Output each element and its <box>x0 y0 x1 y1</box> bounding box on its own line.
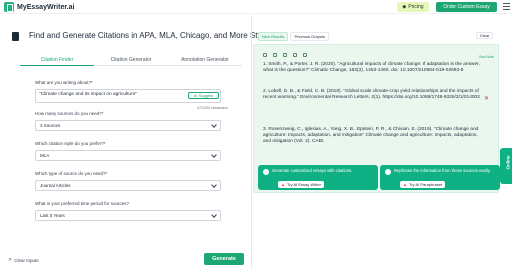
time-period-value: Last 5 Years <box>40 213 65 218</box>
logo-icon <box>4 2 14 12</box>
chevron-down-icon <box>211 151 217 158</box>
tab-new-results[interactable]: New Results <box>258 32 289 41</box>
share-icon[interactable] <box>303 53 307 57</box>
page-title: Find and Generate Citations in APA, MLA,… <box>29 31 272 40</box>
try-ai-essay-writer-button[interactable]: ▲ Try AI Essay Writer <box>278 181 324 188</box>
fire-icon: ▲ <box>403 182 407 187</box>
online-side-tab[interactable]: Online <box>500 148 512 184</box>
tag-icon: ◆ <box>402 4 407 10</box>
source-type-value: Journal Articles <box>40 183 71 188</box>
citation-style-value: MLA <box>40 153 50 158</box>
tab-citation-finder[interactable]: Citation Finder <box>20 55 94 66</box>
citation-item: 1. Smith, P., & Porter, J. R. (2020). "A… <box>263 62 480 74</box>
clear-inputs-label: Clear Inputs <box>14 257 39 263</box>
sort-note-link[interactable]: Sort Note <box>479 55 494 59</box>
character-count: 47/1200 characters <box>197 106 228 110</box>
clear-results-button[interactable]: Clear <box>476 32 493 39</box>
close-icon: ✕ <box>8 257 13 263</box>
sources-count-label: How many sources do you need?* <box>35 111 104 116</box>
promo-text: Rephrase the information from these sour… <box>394 168 491 173</box>
citation-style-select[interactable]: MLA <box>35 150 221 161</box>
tab-previous-outputs[interactable]: Previous Outputs <box>290 32 330 41</box>
source-type-select[interactable]: Journal Articles <box>35 180 221 191</box>
paraphraser-promo: Rephrase the information from these sour… <box>380 165 500 190</box>
copy-icon[interactable] <box>263 53 267 57</box>
fire-icon: ▲ <box>281 182 285 187</box>
redo-icon[interactable] <box>283 53 287 57</box>
promo-text: Generate customized essays with citation… <box>272 168 353 173</box>
top-bar: MyEssayWriter.ai ◆ Pricing Order Custom … <box>0 0 512 14</box>
citation-item: 2. Lobell, D. B., & Field, C. B. (2018).… <box>263 89 480 101</box>
chevron-down-icon <box>211 211 217 218</box>
side-tab-label: Online <box>505 155 511 170</box>
try-ai-paraphraser-button[interactable]: ▲ Try AI Paraphraser <box>400 181 446 188</box>
ai-suggest-button[interactable]: AI Suggest <box>188 92 219 99</box>
sparkle-icon <box>263 169 269 175</box>
sparkle-icon <box>385 169 391 175</box>
tool-tabs: Citation Finder Citation Generator Annot… <box>20 55 242 66</box>
results-toolbar <box>263 53 307 57</box>
order-custom-essay-button[interactable]: Order Custom Essay <box>436 2 497 12</box>
sources-count-value: 3 Sources <box>40 123 61 128</box>
pricing-button[interactable]: ◆ Pricing <box>397 2 429 12</box>
hamburger-menu-icon[interactable] <box>503 3 510 10</box>
pricing-label: Pricing <box>408 4 424 10</box>
promo-button-label: Try AI Paraphraser <box>408 182 443 187</box>
tab-annotation-generator[interactable]: Annotation Generator <box>168 55 242 66</box>
results-tabs: New Results Previous Outputs <box>258 32 330 41</box>
download-icon[interactable] <box>293 53 297 57</box>
logo[interactable]: MyEssayWriter.ai <box>4 2 74 12</box>
source-type-label: Which type of source do you need?* <box>35 171 108 176</box>
promo-button-label: Try AI Essay Writer <box>286 182 321 187</box>
sources-count-select[interactable]: 3 Sources <box>35 120 221 131</box>
topic-label: What are you writing about?* <box>35 80 93 85</box>
undo-icon[interactable] <box>273 53 277 57</box>
chevron-down-icon <box>211 121 217 128</box>
panel-divider <box>251 15 252 269</box>
close-icon[interactable]: ✕ <box>484 95 489 102</box>
essay-writer-promo: Generate customized essays with citation… <box>258 165 378 190</box>
tab-citation-generator[interactable]: Citation Generator <box>94 55 168 66</box>
logo-text: MyEssayWriter.ai <box>17 3 75 11</box>
document-icon <box>12 32 19 41</box>
generate-button[interactable]: Generate <box>204 253 244 265</box>
time-period-label: What is your preferred time period for s… <box>35 201 130 206</box>
citation-item: 3. Rosenzweig, C., Iglesias, A., Yang, X… <box>263 127 479 145</box>
citation-style-label: Which citation style do you prefer?* <box>35 141 106 146</box>
time-period-select[interactable]: Last 5 Years <box>35 210 221 221</box>
chevron-down-icon <box>211 181 217 188</box>
clear-inputs-button[interactable]: ✕ Clear Inputs <box>8 257 38 263</box>
